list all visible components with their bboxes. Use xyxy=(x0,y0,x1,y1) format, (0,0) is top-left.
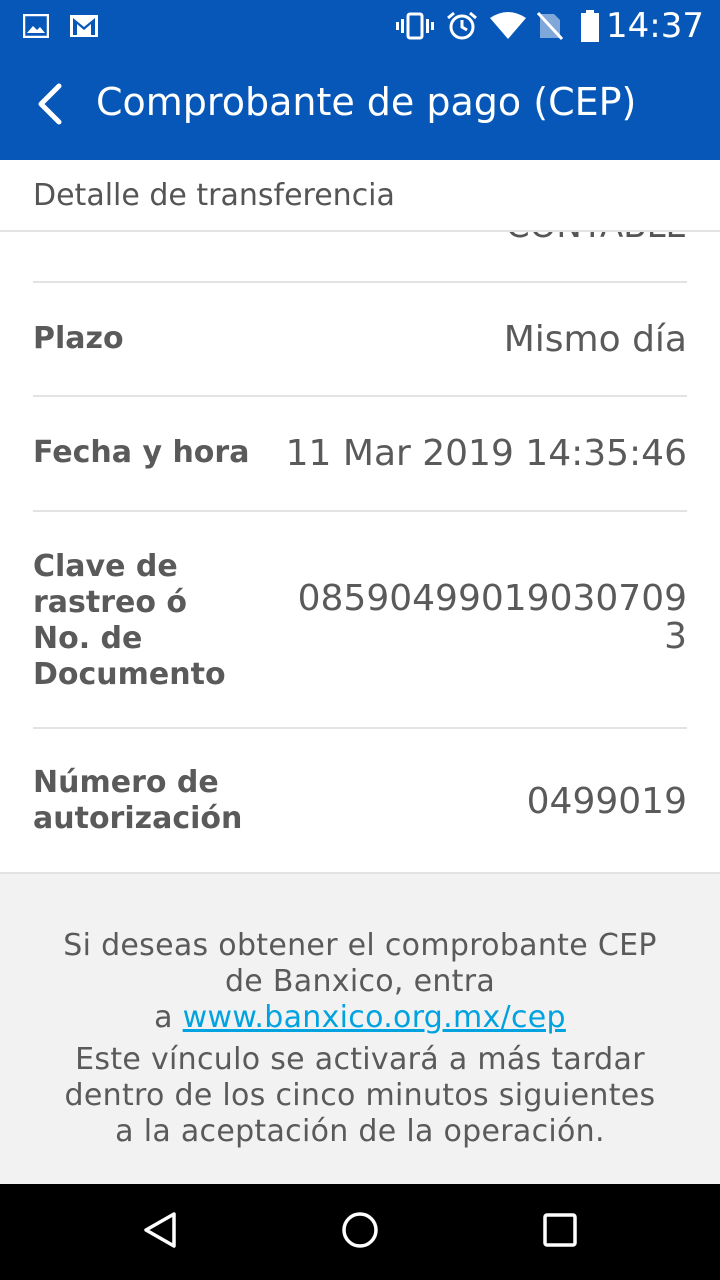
chevron-left-icon xyxy=(35,82,65,130)
banxico-link[interactable]: www.banxico.org.mx/cep xyxy=(183,1000,566,1035)
row-value: 0499019 xyxy=(526,781,687,822)
back-button[interactable] xyxy=(22,74,78,138)
image-icon xyxy=(22,12,50,40)
alarm-icon xyxy=(446,11,478,40)
battery-icon xyxy=(578,10,602,42)
row-label: Fecha y hora xyxy=(33,435,250,470)
partial-row: CONTABLE xyxy=(0,232,720,282)
detail-row-plazo: Plazo Mismo día xyxy=(0,283,720,396)
nav-home-button[interactable] xyxy=(336,1208,384,1256)
footer-line: dentro de los cinco minutos siguientes xyxy=(64,1078,656,1113)
page-title: Comprobante de pago (CEP) xyxy=(96,80,637,124)
status-bar: 14:37 xyxy=(0,0,720,52)
footer-info: Si deseas obtener el comprobante CEP de … xyxy=(0,872,720,1184)
gmail-icon xyxy=(68,12,100,40)
detail-row-fecha: Fecha y hora 11 Mar 2019 14:35:46 xyxy=(0,397,720,510)
app-bar: Comprobante de pago (CEP) xyxy=(0,52,720,160)
footer-line: de Banxico, entra xyxy=(224,964,496,999)
vibrate-icon xyxy=(396,12,434,40)
no-sim-icon xyxy=(536,11,564,41)
row-value: Mismo día xyxy=(503,319,687,360)
row-label-line: No. de xyxy=(33,621,143,656)
footer-line: a la aceptación de la operación. xyxy=(115,1114,605,1149)
section-header: Detalle de transferencia xyxy=(0,160,720,232)
wifi-icon xyxy=(490,12,526,40)
row-label-line: Documento xyxy=(33,657,226,692)
footer-link-prefix: a xyxy=(154,1000,183,1035)
detail-row-clave: Clave de rastreo ó No. de Documento 0859… xyxy=(0,512,720,727)
recents-square-icon xyxy=(540,1210,580,1254)
row-label: Plazo xyxy=(33,321,124,356)
row-label-line: Clave de xyxy=(33,549,178,584)
footer-line: Este vínculo se activará a más tardar xyxy=(75,1042,645,1077)
home-circle-icon xyxy=(340,1210,380,1254)
section-title: Detalle de transferencia xyxy=(33,178,395,213)
row-label: Número de autorización xyxy=(33,765,242,837)
row-value-line: 08590499019030709 xyxy=(297,578,687,619)
footer-line: Si deseas obtener el comprobante CEP xyxy=(63,928,657,963)
status-time: 14:37 xyxy=(606,6,704,46)
detail-row-autorizacion: Número de autorización 0499019 xyxy=(0,729,720,872)
footer-line: a www.banxico.org.mx/cep xyxy=(30,1000,690,1036)
back-triangle-icon xyxy=(140,1210,180,1254)
row-label-line: autorización xyxy=(33,801,243,836)
row-value: 08590499019030709 3 xyxy=(298,580,687,656)
row-value: 11 Mar 2019 14:35:46 xyxy=(285,433,687,474)
nav-recents-button[interactable] xyxy=(536,1208,584,1256)
row-label: Clave de rastreo ó No. de Documento xyxy=(33,549,226,693)
nav-back-button[interactable] xyxy=(136,1208,184,1256)
row-value-line: 3 xyxy=(664,616,687,657)
partial-value: CONTABLE xyxy=(506,232,687,246)
row-label-line: rastreo ó xyxy=(33,585,188,620)
row-label-line: Número de xyxy=(33,765,219,800)
nav-bar xyxy=(0,1184,720,1280)
